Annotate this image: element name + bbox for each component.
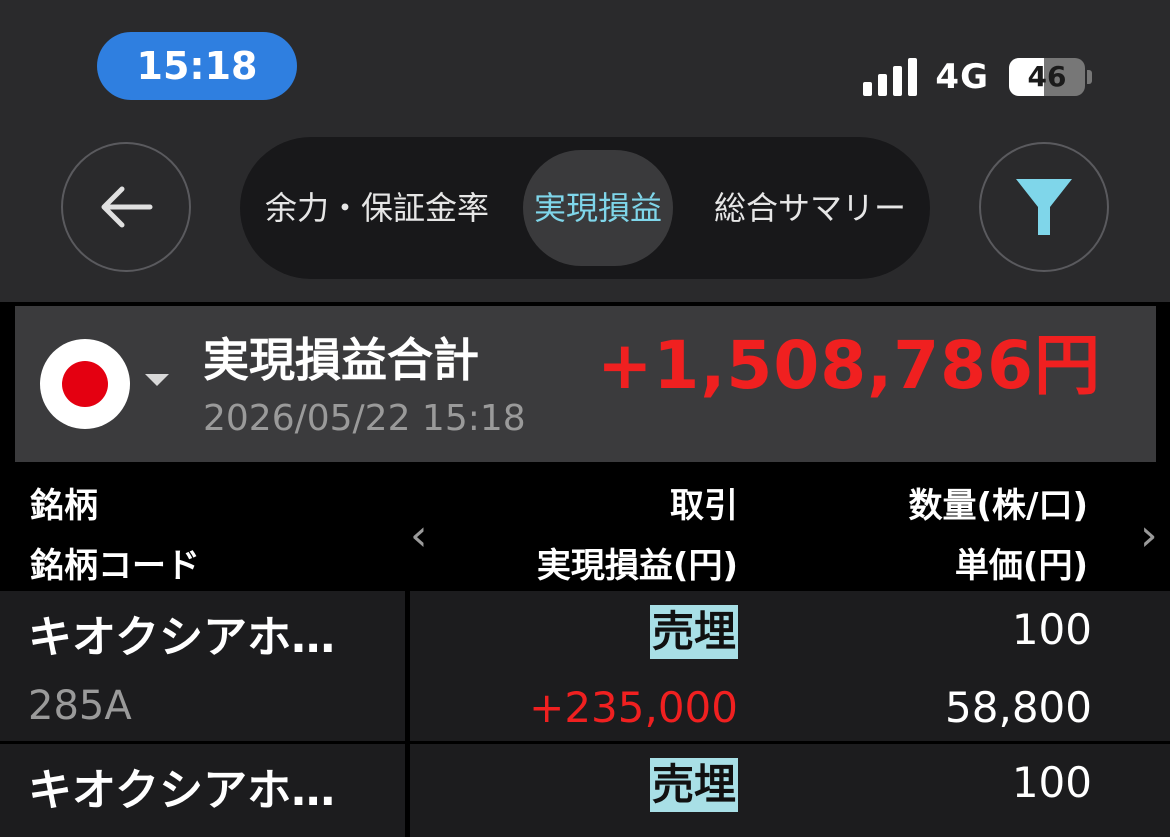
tab-overall-summary[interactable]: 総合サマリー: [714, 137, 906, 279]
filter-button[interactable]: [979, 142, 1109, 272]
summary-title: 実現損益合計: [203, 333, 479, 387]
quantity-value: 100: [1011, 605, 1092, 654]
header-trade: 取引: [670, 486, 738, 526]
japan-flag-icon[interactable]: [40, 339, 130, 429]
quantity-value: 100: [1011, 758, 1092, 807]
status-time: 15:18: [97, 32, 297, 100]
column-divider: [405, 591, 410, 741]
battery-level: 46: [1027, 60, 1067, 93]
signal-strength-icon: [863, 58, 918, 96]
tab-margin-ratio[interactable]: 余力・保証金率: [265, 137, 489, 279]
summary-date: 2026/05/22 15:18: [203, 398, 526, 439]
header-realized-pnl: 実現損益(円): [536, 546, 738, 586]
back-button[interactable]: [61, 142, 191, 272]
filter-funnel-icon: [1016, 179, 1072, 235]
stock-code: 285A: [28, 683, 132, 729]
table-row[interactable]: キオクシアホ… 285A 売埋 +235,000 100 58,800: [0, 591, 1170, 741]
tab-segment: 余力・保証金率 実現損益 総合サマリー: [240, 137, 930, 279]
arrow-left-icon: [101, 186, 153, 228]
tab-realized-pnl[interactable]: 実現損益: [523, 150, 673, 266]
column-divider: [405, 744, 410, 837]
network-type: 4G: [935, 57, 989, 97]
table-row[interactable]: キオクシアホ… 売埋 100: [0, 744, 1170, 837]
chevron-left-icon[interactable]: ‹: [410, 510, 428, 561]
header-quantity: 数量(株/口): [908, 486, 1089, 526]
realized-pnl-value: +235,000: [529, 683, 738, 732]
realized-pnl-summary: 実現損益合計 2026/05/22 15:18 +1,508,786円: [15, 306, 1156, 462]
trade-type-badge: 売埋: [649, 605, 738, 659]
header-name: 銘柄: [30, 486, 98, 526]
battery-nub: [1087, 70, 1092, 84]
status-indicators: 4G 46: [863, 52, 1092, 102]
header-code: 銘柄コード: [30, 546, 200, 586]
top-bar: 15:18 4G 46 余力・保証金率 実現損益 総合サマリー: [0, 0, 1170, 302]
stock-name: キオクシアホ…: [28, 612, 336, 663]
header-unit-price: 単価(円): [954, 546, 1088, 586]
chevron-down-icon[interactable]: [145, 374, 169, 386]
unit-price-value: 58,800: [945, 683, 1092, 732]
chevron-right-icon[interactable]: ›: [1140, 510, 1158, 561]
stock-name: キオクシアホ…: [28, 765, 336, 816]
summary-total: +1,508,786円: [597, 327, 1101, 404]
battery-icon: 46: [1009, 58, 1085, 96]
flag-sun: [62, 361, 108, 407]
trade-type-badge: 売埋: [649, 758, 738, 812]
table-header: 銘柄 銘柄コード 取引 実現損益(円) 数量(株/口) 単価(円): [0, 466, 1170, 590]
